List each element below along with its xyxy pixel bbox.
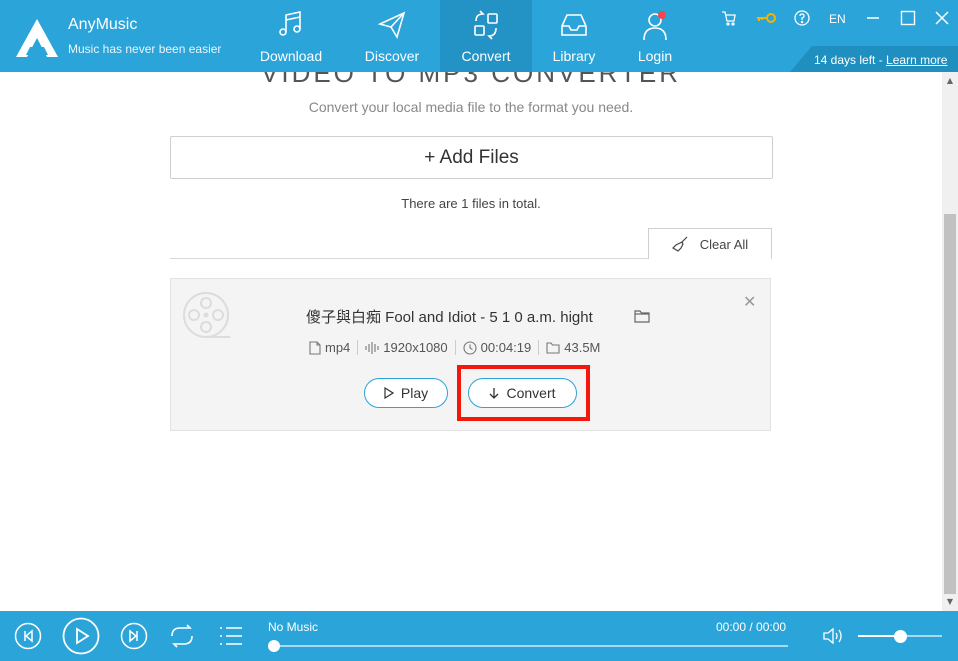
tab-login[interactable]: Login xyxy=(609,0,701,72)
play-icon[interactable] xyxy=(62,617,100,655)
music-note-icon xyxy=(279,11,301,36)
tab-library[interactable]: Library xyxy=(528,0,620,72)
inbox-icon xyxy=(561,14,587,36)
playback-time: 00:00 / 00:00 xyxy=(716,620,787,634)
folder-icon xyxy=(546,341,560,354)
anymusic-logo-icon xyxy=(16,19,58,57)
scroll-up-icon[interactable]: ▲ xyxy=(942,74,958,88)
repeat-icon[interactable] xyxy=(168,623,196,649)
arrow-down-icon xyxy=(490,388,499,399)
converter-panel: VIDEO TO MP3 CONVERTER Convert your loca… xyxy=(0,72,942,611)
clock-icon xyxy=(463,340,477,355)
meta-separator xyxy=(538,340,540,355)
meta-separator xyxy=(357,340,359,355)
file-meta: mp4 1920x1080 00:04:19 43.5M xyxy=(309,340,600,355)
tab-discover[interactable]: Discover xyxy=(346,0,438,72)
key-icon[interactable] xyxy=(755,10,777,26)
app-name: AnyMusic xyxy=(68,16,138,33)
meta-format: mp4 xyxy=(309,340,350,355)
remove-file-icon[interactable]: ✕ xyxy=(743,292,756,311)
close-icon[interactable] xyxy=(934,10,950,26)
trial-days-left: 14 days left - xyxy=(814,53,887,67)
page-subtitle: Convert your local media file to the for… xyxy=(308,99,634,115)
volume-knob[interactable] xyxy=(894,630,907,643)
scroll-down-icon[interactable]: ▼ xyxy=(942,595,958,609)
play-icon xyxy=(384,387,394,399)
tab-convert[interactable]: Convert xyxy=(440,0,532,72)
add-files-button[interactable]: + Add Files xyxy=(170,136,773,179)
file-icon xyxy=(309,340,321,355)
progress-knob[interactable] xyxy=(268,640,280,652)
play-button[interactable]: Play xyxy=(364,378,448,408)
file-title: 傻子與白痴 Fool and Idiot - 5 1 0 a.m. hight xyxy=(306,309,593,326)
tab-library-label: Library xyxy=(552,48,596,64)
next-track-icon[interactable] xyxy=(120,622,148,650)
vertical-scrollbar[interactable]: ▲ ▼ xyxy=(942,72,958,611)
equalizer-icon xyxy=(365,341,379,354)
meta-size-value: 43.5M xyxy=(564,340,601,355)
progress-track[interactable] xyxy=(274,645,788,647)
meta-format-value: mp4 xyxy=(325,340,351,355)
film-reel-icon xyxy=(183,292,230,338)
folder-icon[interactable] xyxy=(634,309,650,323)
now-playing-title: No Music xyxy=(268,620,319,634)
convert-icon xyxy=(474,10,498,40)
meta-size: 43.5M xyxy=(546,340,600,355)
minimize-icon[interactable] xyxy=(866,10,880,26)
title-bar: AnyMusic Music has never been easier Dow… xyxy=(0,0,958,72)
convert-button[interactable]: Convert xyxy=(468,378,577,408)
volume-icon[interactable] xyxy=(822,627,844,645)
tab-download-label: Download xyxy=(259,48,323,64)
maximize-icon[interactable] xyxy=(900,10,916,26)
app-slogan: Music has never been easier xyxy=(68,42,222,56)
meta-duration: 00:04:19 xyxy=(463,340,532,355)
clear-all-label: Clear All xyxy=(699,236,749,252)
meta-resolution: 1920x1080 xyxy=(365,340,448,355)
player-bar: No Music 00:00 / 00:00 xyxy=(0,611,958,661)
tab-convert-label: Convert xyxy=(461,48,511,64)
file-card: 傻子與白痴 Fool and Idiot - 5 1 0 a.m. hight … xyxy=(170,278,771,431)
meta-duration-value: 00:04:19 xyxy=(480,340,532,355)
play-button-label: Play xyxy=(400,385,429,401)
broom-icon xyxy=(671,236,688,252)
meta-separator xyxy=(454,340,456,355)
meta-resolution-value: 1920x1080 xyxy=(383,340,448,355)
convert-button-label: Convert xyxy=(506,385,556,401)
paper-plane-icon xyxy=(377,11,406,39)
tab-download[interactable]: Download xyxy=(245,0,337,72)
user-icon xyxy=(643,11,667,41)
trial-text: 14 days left - Learn more xyxy=(814,53,947,67)
page-title: VIDEO TO MP3 CONVERTER xyxy=(261,72,681,88)
tab-login-label: Login xyxy=(637,48,673,64)
learn-more-link[interactable]: Learn more xyxy=(886,53,947,67)
file-count-text: There are 1 files in total. xyxy=(401,196,541,211)
help-icon[interactable] xyxy=(794,10,810,26)
playlist-icon[interactable] xyxy=(218,624,244,648)
clear-all-button[interactable]: Clear All xyxy=(648,228,772,259)
tab-discover-label: Discover xyxy=(364,48,420,64)
cart-icon[interactable] xyxy=(721,10,737,26)
language-selector[interactable]: EN xyxy=(829,12,846,26)
previous-track-icon[interactable] xyxy=(14,622,42,650)
scrollbar-thumb[interactable] xyxy=(944,214,956,594)
